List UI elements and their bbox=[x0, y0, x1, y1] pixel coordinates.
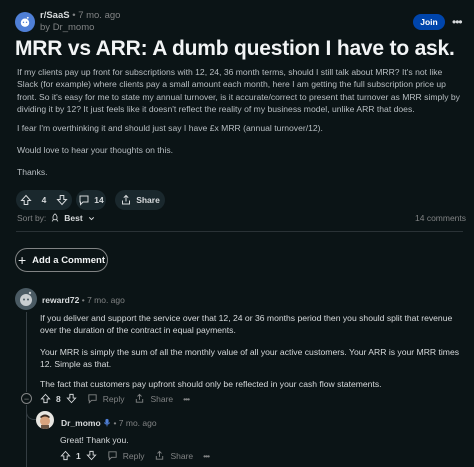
post-vote-count: 4 bbox=[41, 195, 47, 205]
sort-dropdown[interactable]: Best bbox=[50, 213, 95, 223]
sort-row: Sort by: Best bbox=[17, 213, 96, 223]
comment-1-more-icon[interactable]: ••• bbox=[183, 394, 190, 404]
comment-1-age: 7 mo. ago bbox=[87, 295, 125, 305]
post-vote-pill: 4 bbox=[16, 190, 72, 210]
chevron-down-icon bbox=[88, 216, 94, 220]
post-comment-count: 14 bbox=[94, 195, 104, 205]
comment-1-meta: reward72 • 7 mo. ago bbox=[42, 294, 125, 306]
downvote-icon[interactable] bbox=[56, 194, 68, 206]
post-author[interactable]: Dr_momo bbox=[53, 22, 95, 33]
share-label: Share bbox=[150, 393, 174, 404]
comment-count-label: 14 comments bbox=[415, 213, 467, 223]
post-paragraph-4: Thanks. bbox=[17, 167, 48, 177]
comment-2-actions: 1 Reply Share ••• bbox=[60, 450, 210, 461]
post-author-line: by Dr_momo bbox=[40, 22, 94, 34]
sort-label: Sort by: bbox=[17, 213, 47, 223]
sort-value: Best bbox=[64, 213, 83, 223]
comment-1-paragraph-3: The fact that customers pay upfront shou… bbox=[40, 379, 382, 389]
comment-2-author[interactable]: Dr_momo bbox=[61, 418, 101, 428]
post-age: 7 mo. ago bbox=[78, 10, 121, 21]
comment-1-share-button[interactable]: Share bbox=[134, 393, 173, 404]
plus-icon: + bbox=[17, 252, 27, 268]
post-share-button[interactable]: Share bbox=[115, 190, 165, 210]
comment-1-paragraph-1: If you deliver and support the service o… bbox=[40, 313, 453, 336]
share-label: Share bbox=[136, 195, 160, 205]
comment-2-reply-button[interactable]: Reply bbox=[107, 450, 145, 461]
upvote-icon[interactable] bbox=[60, 450, 71, 461]
post-paragraph-1: If my clients pay up front for subscript… bbox=[17, 67, 460, 115]
comment-1-actions: 8 Reply Share ••• bbox=[40, 393, 190, 404]
divider bbox=[16, 231, 463, 232]
comment-2-vote-count: 1 bbox=[76, 450, 81, 461]
downvote-icon[interactable] bbox=[66, 393, 77, 404]
post-meta: r/SaaS • 7 mo. ago bbox=[40, 10, 120, 22]
avatar[interactable] bbox=[36, 411, 54, 429]
collapse-thread-button[interactable]: − bbox=[21, 393, 32, 404]
rocket-icon bbox=[52, 213, 59, 222]
comment-1-vote-count: 8 bbox=[56, 393, 61, 404]
avatar[interactable] bbox=[15, 288, 37, 310]
comment-1-paragraph-2: Your MRR is simply the sum of all the mo… bbox=[40, 347, 460, 370]
downvote-icon[interactable] bbox=[86, 450, 97, 461]
comment-2-meta: Dr_momo • 7 mo. ago bbox=[61, 417, 157, 429]
comment-2-vote: 1 bbox=[60, 450, 97, 461]
post-paragraph-3: Would love to hear your thoughts on this… bbox=[17, 145, 174, 155]
join-button[interactable]: Join bbox=[413, 14, 445, 30]
comment-2-age: 7 mo. ago bbox=[118, 418, 157, 428]
comment-2-share-button[interactable]: Share bbox=[154, 450, 193, 461]
op-mic-icon bbox=[103, 418, 111, 427]
reply-label: Reply bbox=[102, 393, 125, 404]
subreddit-avatar[interactable] bbox=[15, 12, 35, 32]
snoo-avatar-icon bbox=[20, 291, 32, 306]
add-comment-button[interactable]: + Add a Comment bbox=[15, 248, 108, 272]
reply-label: Reply bbox=[122, 450, 145, 461]
comment-2-text: Great! Thank you. bbox=[60, 435, 129, 445]
upvote-icon[interactable] bbox=[40, 393, 51, 404]
share-label: Share bbox=[170, 450, 194, 461]
share-icon bbox=[122, 194, 131, 205]
custom-avatar-icon bbox=[40, 414, 50, 429]
comment-2-more-icon[interactable]: ••• bbox=[203, 451, 210, 461]
comment-1-vote: 8 bbox=[40, 393, 77, 404]
thread-line[interactable] bbox=[26, 312, 27, 392]
share-icon bbox=[136, 393, 144, 403]
subreddit-name[interactable]: r/SaaS bbox=[40, 10, 70, 21]
post-title: MRR vs ARR: A dumb question I have to as… bbox=[15, 37, 455, 60]
comment-1-author[interactable]: reward72 bbox=[42, 295, 79, 305]
comment-icon bbox=[108, 451, 117, 461]
snoo-icon bbox=[20, 16, 30, 27]
comment-icon bbox=[79, 195, 89, 206]
comment-1-reply-button[interactable]: Reply bbox=[87, 393, 125, 404]
post-comments-button[interactable]: 14 bbox=[76, 190, 106, 210]
reply-connector bbox=[26, 412, 36, 420]
comment-icon bbox=[88, 394, 97, 404]
share-icon bbox=[156, 450, 164, 460]
author-prefix: by bbox=[40, 22, 51, 33]
post-paragraph-2: I fear I'm overthinking it and should ju… bbox=[17, 123, 323, 133]
upvote-icon[interactable] bbox=[20, 194, 32, 206]
post-more-icon[interactable]: ••• bbox=[452, 15, 463, 29]
add-comment-label: Add a Comment bbox=[32, 254, 106, 266]
